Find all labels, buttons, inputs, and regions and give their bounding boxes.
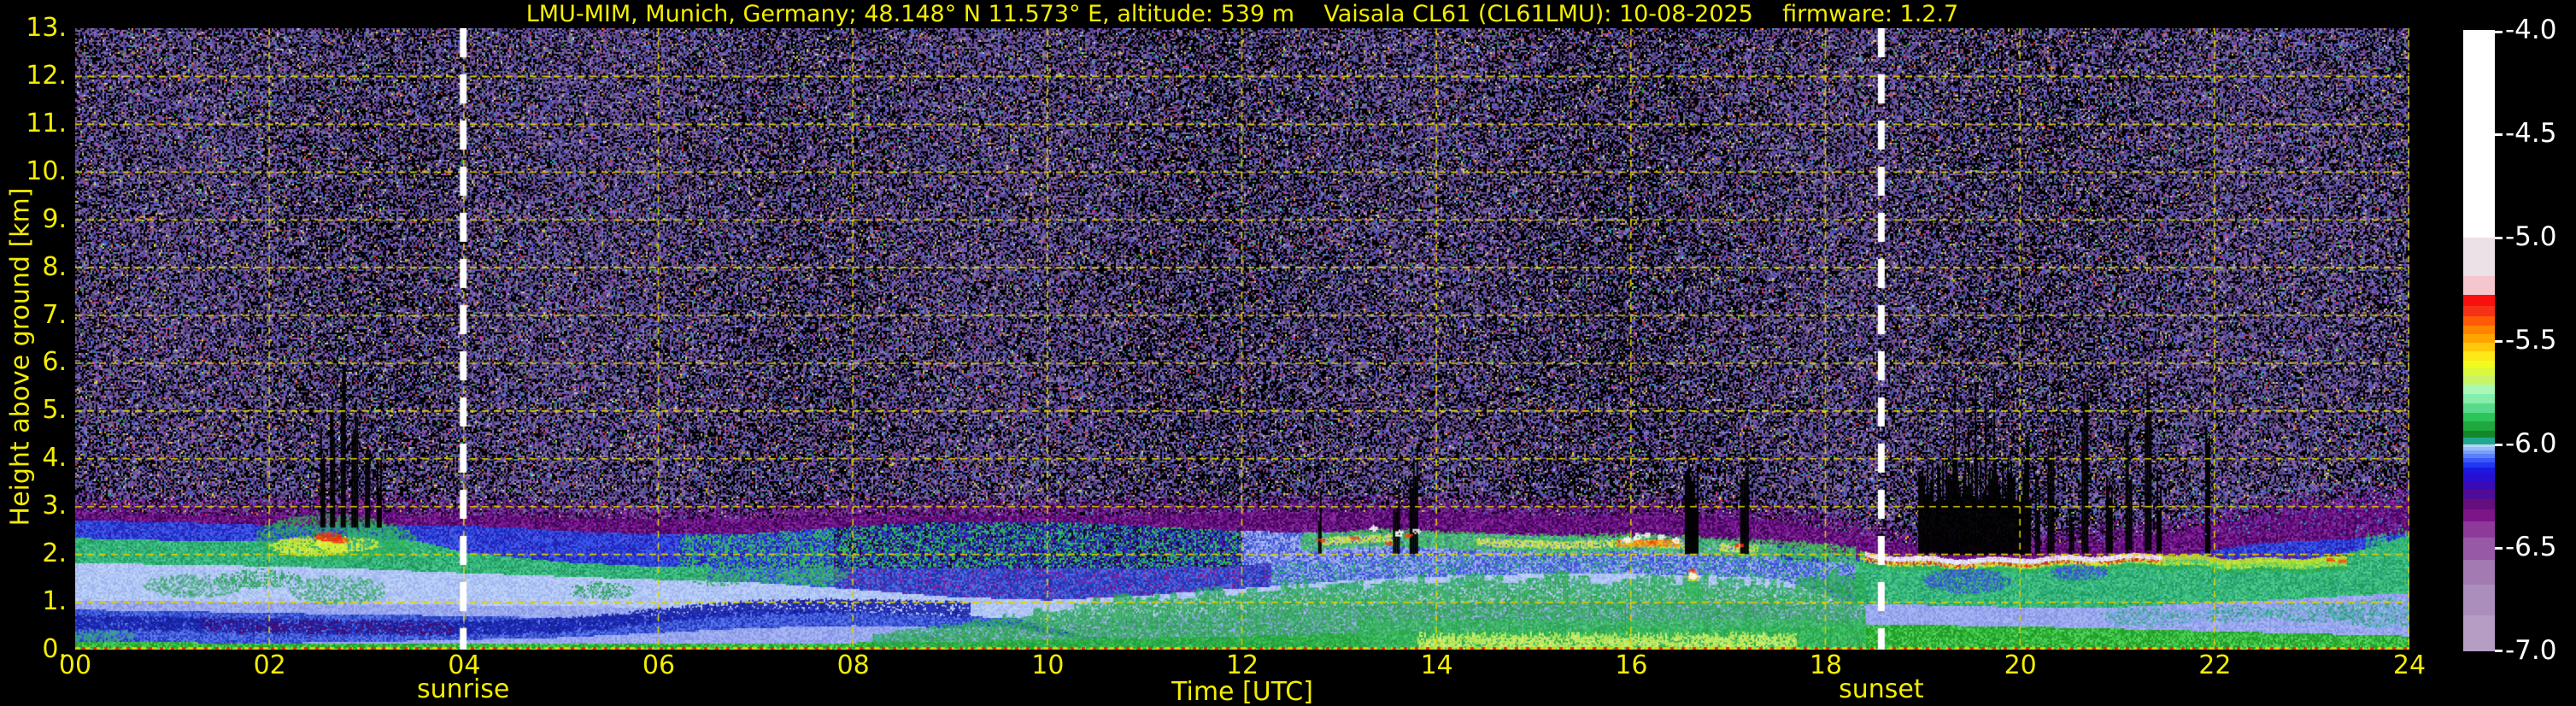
x-tick-label: 10: [1031, 650, 1065, 680]
colorbar-segment: [2463, 498, 2495, 510]
colorbar-segment: [2463, 615, 2495, 651]
colorbar-tick: [2495, 444, 2503, 446]
y-tick-label: 6.: [42, 347, 67, 378]
colorbar-segment: [2463, 350, 2495, 361]
y-tick-label: 4.: [42, 443, 67, 474]
y-tick-label: 2.: [42, 538, 67, 569]
colorbar-segment: [2463, 333, 2495, 344]
x-tick-label: 14: [1420, 650, 1453, 680]
colorbar-tick: [2495, 133, 2503, 136]
colorbar-tick-label: -5.0: [2505, 221, 2557, 252]
colorbar-segment: [2463, 342, 2495, 352]
backscatter-heatmap: [75, 28, 2409, 650]
colorbar-segment: [2463, 359, 2495, 368]
colorbar-segment: [2463, 293, 2495, 306]
colorbar-segment: [2463, 558, 2495, 585]
x-tick-label: 02: [253, 650, 286, 680]
x-tick-label: 06: [642, 650, 676, 680]
colorbar-segment: [2463, 509, 2495, 521]
colorbar-segment: [2463, 480, 2495, 491]
colorbar-tick-label: -5.5: [2505, 325, 2557, 356]
colorbar-tick-label: -6.0: [2505, 428, 2557, 459]
colorbar-segment: [2463, 520, 2495, 538]
colorbar-tick: [2495, 31, 2503, 33]
x-axis-label: Time [UTC]: [1171, 677, 1313, 706]
colorbar-segment: [2463, 393, 2495, 403]
y-tick-label: 7.: [42, 299, 67, 330]
colorbar-segment: [2463, 411, 2495, 422]
colorbar-segment: [2463, 462, 2495, 468]
colorbar-segment: [2463, 584, 2495, 615]
colorbar-segment: [2463, 457, 2495, 463]
colorbar-tick: [2495, 237, 2503, 239]
colorbar-segment: [2463, 489, 2495, 500]
colorbar-segment: [2463, 305, 2495, 316]
y-tick-label: 5.: [42, 395, 67, 426]
x-tick-label: 00: [58, 650, 92, 680]
colorbar-segment: [2463, 437, 2495, 445]
x-tick-label: 16: [1615, 650, 1648, 680]
colorbar-segment: [2463, 384, 2495, 394]
y-tick-label: 1.: [42, 586, 67, 617]
colorbar-tick-label: -7.0: [2505, 635, 2557, 666]
colorbar-segment: [2463, 375, 2495, 385]
ceilometer-quicklook-figure: LMU-MIM, Munich, Germany; 48.148° N 11.5…: [0, 0, 2576, 706]
colorbar-segment: [2463, 467, 2495, 474]
colorbar-segment: [2463, 325, 2495, 335]
x-tick-label: 20: [2004, 650, 2037, 680]
colorbar: [2463, 30, 2503, 652]
colorbar-segment: [2463, 275, 2495, 295]
y-tick-label: 9.: [42, 203, 67, 234]
x-tick-label: 24: [2392, 650, 2426, 680]
colorbar-segment: [2463, 368, 2495, 377]
colorbar-segment: [2463, 421, 2495, 431]
y-tick-label: 11.: [26, 108, 67, 138]
colorbar-tick: [2495, 340, 2503, 343]
colorbar-segment: [2463, 237, 2495, 276]
colorbar-segment: [2463, 450, 2495, 455]
colorbar-tick-label: -4.0: [2505, 15, 2557, 45]
colorbar-tick-label: -6.5: [2505, 532, 2557, 562]
x-tick-label: 22: [2198, 650, 2232, 680]
colorbar-tick: [2495, 547, 2503, 550]
colorbar-segment: [2463, 537, 2495, 560]
x-tick-label: 08: [836, 650, 870, 680]
colorbar-tick-label: -4.5: [2505, 118, 2557, 149]
y-tick-label: 8.: [42, 251, 67, 282]
y-tick-label: 13.: [26, 13, 67, 43]
annotation-sunrise: sunrise: [416, 674, 510, 704]
colorbar-segment: [2463, 30, 2495, 238]
y-tick-label: 3.: [42, 491, 67, 521]
x-tick-label: 12: [1225, 650, 1259, 680]
colorbar-segment: [2463, 429, 2495, 438]
colorbar-segment: [2463, 473, 2495, 482]
colorbar-segment: [2463, 446, 2495, 450]
colorbar-segment: [2463, 453, 2495, 459]
figure-title: LMU-MIM, Munich, Germany; 48.148° N 11.5…: [525, 1, 1959, 27]
y-tick-label: 10.: [26, 156, 67, 186]
colorbar-segment: [2463, 403, 2495, 413]
colorbar-segment: [2463, 315, 2495, 326]
annotation-sunset: sunset: [1839, 674, 1924, 704]
colorbar-tick: [2495, 650, 2503, 652]
y-tick-label: 12.: [26, 60, 67, 91]
